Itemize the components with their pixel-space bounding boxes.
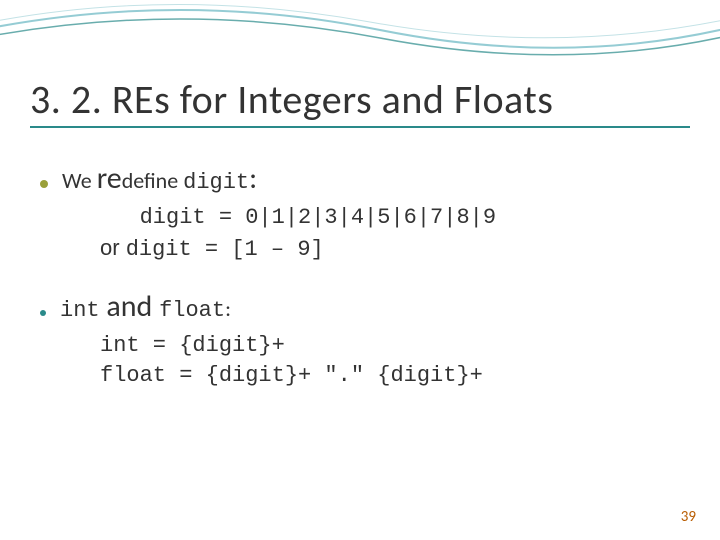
code2-line1: int = {digit}+ bbox=[100, 333, 285, 358]
bullet-2: int and float: bbox=[40, 288, 680, 325]
text-we: We bbox=[62, 167, 97, 194]
slide: 3. 2. REs for Integers and Floats We red… bbox=[0, 0, 720, 540]
text-float: float bbox=[159, 298, 225, 323]
text-colon1: : bbox=[249, 160, 257, 197]
code2-line2: float = {digit}+ "." {digit}+ bbox=[100, 363, 483, 388]
code1-line1: digit = 0|1|2|3|4|5|6|7|8|9 bbox=[100, 205, 496, 230]
page-number: 39 bbox=[681, 508, 696, 526]
slide-title: 3. 2. REs for Integers and Floats bbox=[30, 78, 690, 128]
bullet-1-text: We redefine digit: bbox=[62, 160, 257, 197]
code1-line2: digit = [1 – 9] bbox=[126, 237, 324, 262]
title-area: 3. 2. REs for Integers and Floats bbox=[30, 78, 690, 128]
text-int: int bbox=[60, 298, 100, 323]
bullet-dot-icon bbox=[40, 180, 48, 188]
text-define: define bbox=[122, 167, 183, 194]
slide-body: We redefine digit: digit = 0|1|2|3|4|5|6… bbox=[40, 160, 680, 415]
bullet-dot-icon bbox=[40, 310, 46, 316]
text-re: re bbox=[97, 160, 122, 197]
bullet-2-text: int and float: bbox=[60, 288, 231, 325]
code1-or: or bbox=[100, 235, 126, 260]
code-block-1: digit = 0|1|2|3|4|5|6|7|8|9 or digit = [… bbox=[100, 203, 680, 264]
text-colon2: : bbox=[225, 295, 231, 322]
text-digit: digit bbox=[183, 170, 249, 195]
bullet-1: We redefine digit: bbox=[40, 160, 680, 197]
code-block-2: int = {digit}+ float = {digit}+ "." {dig… bbox=[100, 331, 680, 390]
header-swoosh bbox=[0, 0, 720, 70]
text-and: and bbox=[100, 288, 159, 325]
